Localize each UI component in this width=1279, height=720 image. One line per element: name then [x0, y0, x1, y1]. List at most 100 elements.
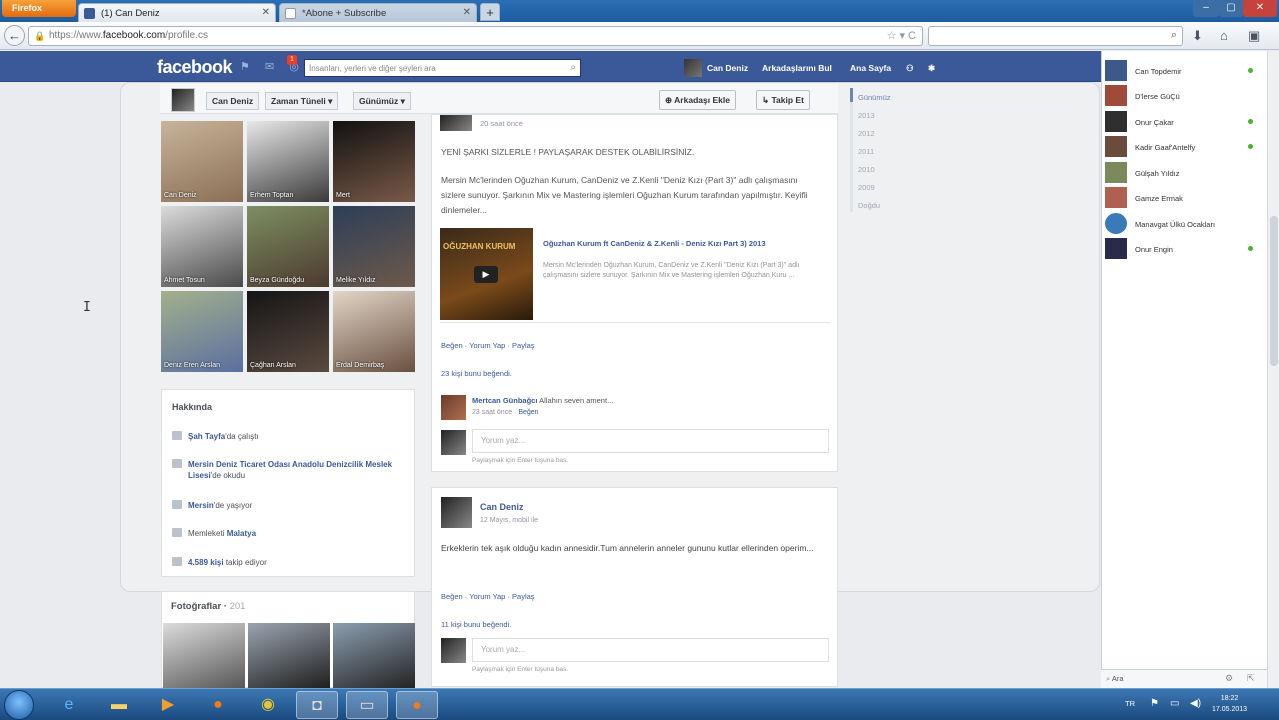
- facebook-search-input[interactable]: İnsanları, yerleri ve diğer şeyleri ara …: [304, 59, 581, 77]
- year-item[interactable]: 2010: [858, 165, 875, 174]
- play-icon[interactable]: ▶: [474, 266, 498, 283]
- video-thumbnail[interactable]: OĞUZHAN KURUM ▶: [440, 228, 533, 320]
- followers-link[interactable]: 4.589 kişi: [188, 558, 224, 567]
- flag-icon[interactable]: ⚑: [1150, 698, 1159, 709]
- chat-contact[interactable]: Onur Engin: [1105, 238, 1265, 260]
- friend-tile[interactable]: Beyza Gündoğdu: [247, 206, 329, 287]
- friend-tile[interactable]: Can Deniz: [161, 121, 243, 202]
- network-icon[interactable]: ▭: [1170, 698, 1179, 709]
- folder-icon[interactable]: ▬: [98, 691, 140, 719]
- comment-like-link[interactable]: Beğen: [518, 409, 538, 416]
- follow-button[interactable]: ↳ Takip Et: [756, 90, 810, 110]
- minimize-icon[interactable]: –: [1193, 0, 1219, 17]
- chat-search-input[interactable]: ⌕ Ara ⚙ ⇱: [1101, 669, 1267, 688]
- video-title-link[interactable]: Oğuzhan Kurum ft CanDeniz & Z.Kenli - De…: [543, 239, 833, 248]
- search-icon[interactable]: ⌕: [570, 62, 576, 73]
- close-tab-icon[interactable]: ✕: [463, 7, 471, 18]
- home-icon[interactable]: ⌂: [1220, 28, 1228, 43]
- nav-profile-link[interactable]: Can Deniz: [707, 63, 748, 73]
- chrome-icon[interactable]: ◉: [247, 691, 289, 719]
- chat-contact[interactable]: Manavgat Ülkü Ocakları: [1105, 213, 1265, 235]
- facebook-logo[interactable]: facebook: [157, 57, 233, 78]
- profile-name-button[interactable]: Can Deniz: [206, 92, 260, 110]
- chat-settings-icon[interactable]: ⚙: [1225, 673, 1233, 684]
- language-indicator[interactable]: TR: [1125, 699, 1135, 708]
- hometown-link[interactable]: Malatya: [227, 529, 256, 538]
- friend-requests-icon[interactable]: ⚇: [906, 63, 914, 74]
- year-item[interactable]: 2009: [858, 183, 875, 192]
- chat-contact[interactable]: Kadir Gaaf'Antelfy: [1105, 136, 1265, 158]
- post-actions[interactable]: Beğen · Yorum Yap · Paylaş: [441, 592, 535, 601]
- scrollbar-thumb[interactable]: [1270, 216, 1278, 366]
- new-tab-button[interactable]: +: [480, 3, 500, 21]
- back-arrow-icon[interactable]: ←: [4, 25, 25, 46]
- volume-icon[interactable]: ◀): [1190, 698, 1201, 709]
- timeline-dropdown[interactable]: Zaman Tüneli ▾: [265, 92, 339, 110]
- maximize-icon[interactable]: ▢: [1219, 0, 1243, 17]
- friend-tile[interactable]: Erhem Toptan: [247, 121, 329, 202]
- camera-app-icon[interactable]: ◘: [296, 691, 338, 719]
- photo-thumbnail[interactable]: [248, 623, 330, 689]
- nav-find-friends-link[interactable]: Arkadaşlarını Bul: [762, 63, 832, 73]
- post-author[interactable]: Can Deniz: [480, 502, 524, 512]
- present-dropdown[interactable]: Günümüz ▾: [353, 92, 411, 110]
- year-item[interactable]: 2013: [858, 111, 875, 120]
- chat-contact[interactable]: Gülşah Yıldız: [1105, 162, 1265, 184]
- page-scrollbar[interactable]: [1267, 51, 1279, 688]
- year-item[interactable]: Doğdu: [858, 201, 880, 210]
- post-likes[interactable]: 23 kişi bunu beğendi.: [441, 369, 512, 378]
- friend-tile[interactable]: Mert: [333, 121, 415, 202]
- friend-tile[interactable]: Melike Yıldız: [333, 206, 415, 287]
- settings-gear-icon[interactable]: ✱: [928, 63, 935, 74]
- download-icon[interactable]: ⬇: [1192, 28, 1203, 44]
- browser-search-box[interactable]: ⌕: [928, 26, 1183, 46]
- add-friend-button[interactable]: ⊕ Arkadaşı Ekle: [659, 90, 736, 110]
- year-item[interactable]: Günümüz: [858, 93, 891, 102]
- post-actions[interactable]: Beğen · Yorum Yap · Paylaş: [441, 341, 535, 350]
- photo-thumbnail[interactable]: [163, 623, 245, 689]
- comment-input[interactable]: Yorum yaz...: [472, 429, 829, 453]
- profile-thumbnail[interactable]: [171, 88, 195, 112]
- bookmark-star-icon[interactable]: ☆ ▾ C: [887, 29, 916, 42]
- year-item[interactable]: 2011: [858, 147, 874, 156]
- photos-title[interactable]: Fotoğraflar · 201: [171, 601, 245, 612]
- friend-tile[interactable]: Deniz Eren Arslan: [161, 291, 243, 372]
- url-bar[interactable]: 🔒 https://www.facebook.com/profile.cs ☆ …: [28, 26, 923, 46]
- friend-tile[interactable]: Erdal Demirbaş: [333, 291, 415, 372]
- chat-contact[interactable]: Can Topdemir: [1105, 60, 1265, 82]
- city-link[interactable]: Mersin: [188, 501, 214, 510]
- chat-contact[interactable]: Onur Çakar: [1105, 111, 1265, 133]
- internet-explorer-icon[interactable]: e: [48, 691, 90, 719]
- photo-thumbnail[interactable]: [333, 623, 415, 689]
- post-likes[interactable]: 11 kişi bunu beğendi.: [441, 620, 511, 629]
- close-window-icon[interactable]: ✕: [1243, 0, 1277, 17]
- comment-author[interactable]: Mertcan Günbağcı: [472, 396, 537, 405]
- tab-abone[interactable]: *Abone + Subscribe ✕: [279, 3, 477, 22]
- post-author-avatar[interactable]: [440, 115, 472, 131]
- user-avatar[interactable]: [684, 59, 702, 77]
- close-tab-icon[interactable]: ✕: [262, 7, 270, 18]
- work-link[interactable]: Şah Tayfa: [188, 432, 225, 441]
- friend-tile[interactable]: Çağhan Arslan: [247, 291, 329, 372]
- post-time[interactable]: 12 Mayıs, mobil ile: [480, 517, 538, 524]
- year-item[interactable]: 2012: [858, 129, 875, 138]
- start-button[interactable]: [4, 690, 34, 720]
- search-icon[interactable]: ⌕: [1171, 29, 1177, 42]
- nav-home-link[interactable]: Ana Sayfa: [850, 63, 891, 73]
- firefox-menu-button[interactable]: Firefox: [2, 0, 76, 17]
- explorer-window-icon[interactable]: ▭: [346, 691, 388, 719]
- comment-input[interactable]: Yorum yaz...: [472, 638, 829, 662]
- post-time[interactable]: 20 saat önce: [480, 119, 523, 128]
- chat-contact[interactable]: Gamze Ermak: [1105, 187, 1265, 209]
- firefox-icon[interactable]: ●: [197, 691, 239, 719]
- menu-icon[interactable]: ▣: [1248, 28, 1260, 44]
- chat-expand-icon[interactable]: ⇱: [1247, 673, 1255, 684]
- system-clock[interactable]: 18:22 17.05.2013: [1212, 693, 1247, 715]
- commenter-avatar[interactable]: [441, 395, 466, 420]
- tab-can-deniz[interactable]: (1) Can Deniz ✕: [78, 3, 276, 22]
- firefox-active-icon[interactable]: ●: [396, 691, 438, 719]
- chat-contact[interactable]: D'lerse GüÇü: [1105, 85, 1265, 107]
- friend-tile[interactable]: Ahmet Tosun: [161, 206, 243, 287]
- post-author-avatar[interactable]: [441, 497, 472, 528]
- media-player-icon[interactable]: ▶: [147, 691, 189, 719]
